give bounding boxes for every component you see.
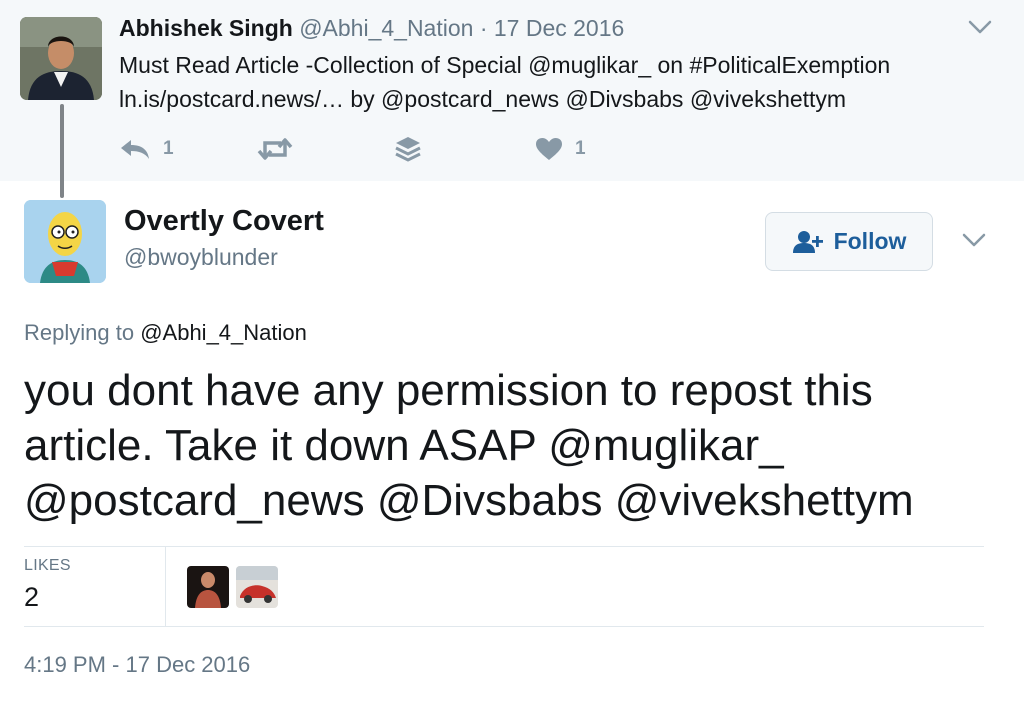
liker-avatar[interactable]: [187, 566, 229, 608]
divider: [24, 546, 984, 547]
reply-icon: [121, 140, 149, 159]
parent-tweet-actions: 1 1: [119, 134, 739, 164]
author-handle[interactable]: @bwoyblunder: [124, 244, 278, 271]
like-button[interactable]: 1: [535, 134, 586, 164]
replying-handle[interactable]: @Abhi_4_Nation: [140, 320, 307, 345]
reply-count: 1: [163, 138, 174, 159]
liker-avatar[interactable]: [236, 566, 278, 608]
parent-tweet-text: Must Read Article -Collection of Special…: [119, 48, 979, 116]
parent-tweet-text-line: ln.is/postcard.news/… by @postcard_news …: [119, 86, 847, 112]
like-count: 1: [575, 138, 586, 159]
tweet-timestamp[interactable]: 4:19 PM - 17 Dec 2016: [24, 652, 250, 678]
replying-to: Replying to @Abhi_4_Nation: [24, 320, 307, 346]
divider: [24, 626, 984, 627]
replying-prefix: Replying to: [24, 320, 135, 345]
parent-tweet-header: Abhishek Singh @Abhi_4_Nation · 17 Dec 2…: [119, 15, 624, 42]
avatar[interactable]: [24, 200, 106, 283]
stack-button[interactable]: [394, 134, 422, 164]
retweet-icon: [257, 138, 293, 160]
chevron-down-icon[interactable]: [961, 231, 987, 249]
parent-author-name[interactable]: Abhishek Singh: [119, 15, 293, 41]
parent-tweet[interactable]: Abhishek Singh @Abhi_4_Nation · 17 Dec 2…: [0, 0, 1024, 181]
layers-icon: [395, 137, 421, 162]
parent-tweet-text-line: Must Read Article -Collection of Special…: [119, 52, 891, 78]
reply-button[interactable]: 1: [119, 134, 174, 164]
likes-label: LIKES: [24, 557, 71, 574]
parent-author-meta: @Abhi_4_Nation · 17 Dec 2016: [299, 15, 625, 41]
avatar[interactable]: [20, 17, 102, 100]
tweet-text: you dont have any permission to repost t…: [24, 366, 914, 525]
author-name[interactable]: Overtly Covert: [124, 205, 324, 238]
retweet-button[interactable]: [257, 134, 293, 164]
thread-connector: [60, 104, 64, 198]
chevron-down-icon[interactable]: [967, 18, 993, 36]
divider: [165, 546, 166, 626]
follow-label: Follow: [833, 228, 907, 254]
add-user-icon: [792, 230, 823, 253]
likes-count[interactable]: 2: [24, 582, 39, 613]
heart-icon: [536, 138, 562, 160]
follow-button[interactable]: Follow: [765, 212, 933, 271]
